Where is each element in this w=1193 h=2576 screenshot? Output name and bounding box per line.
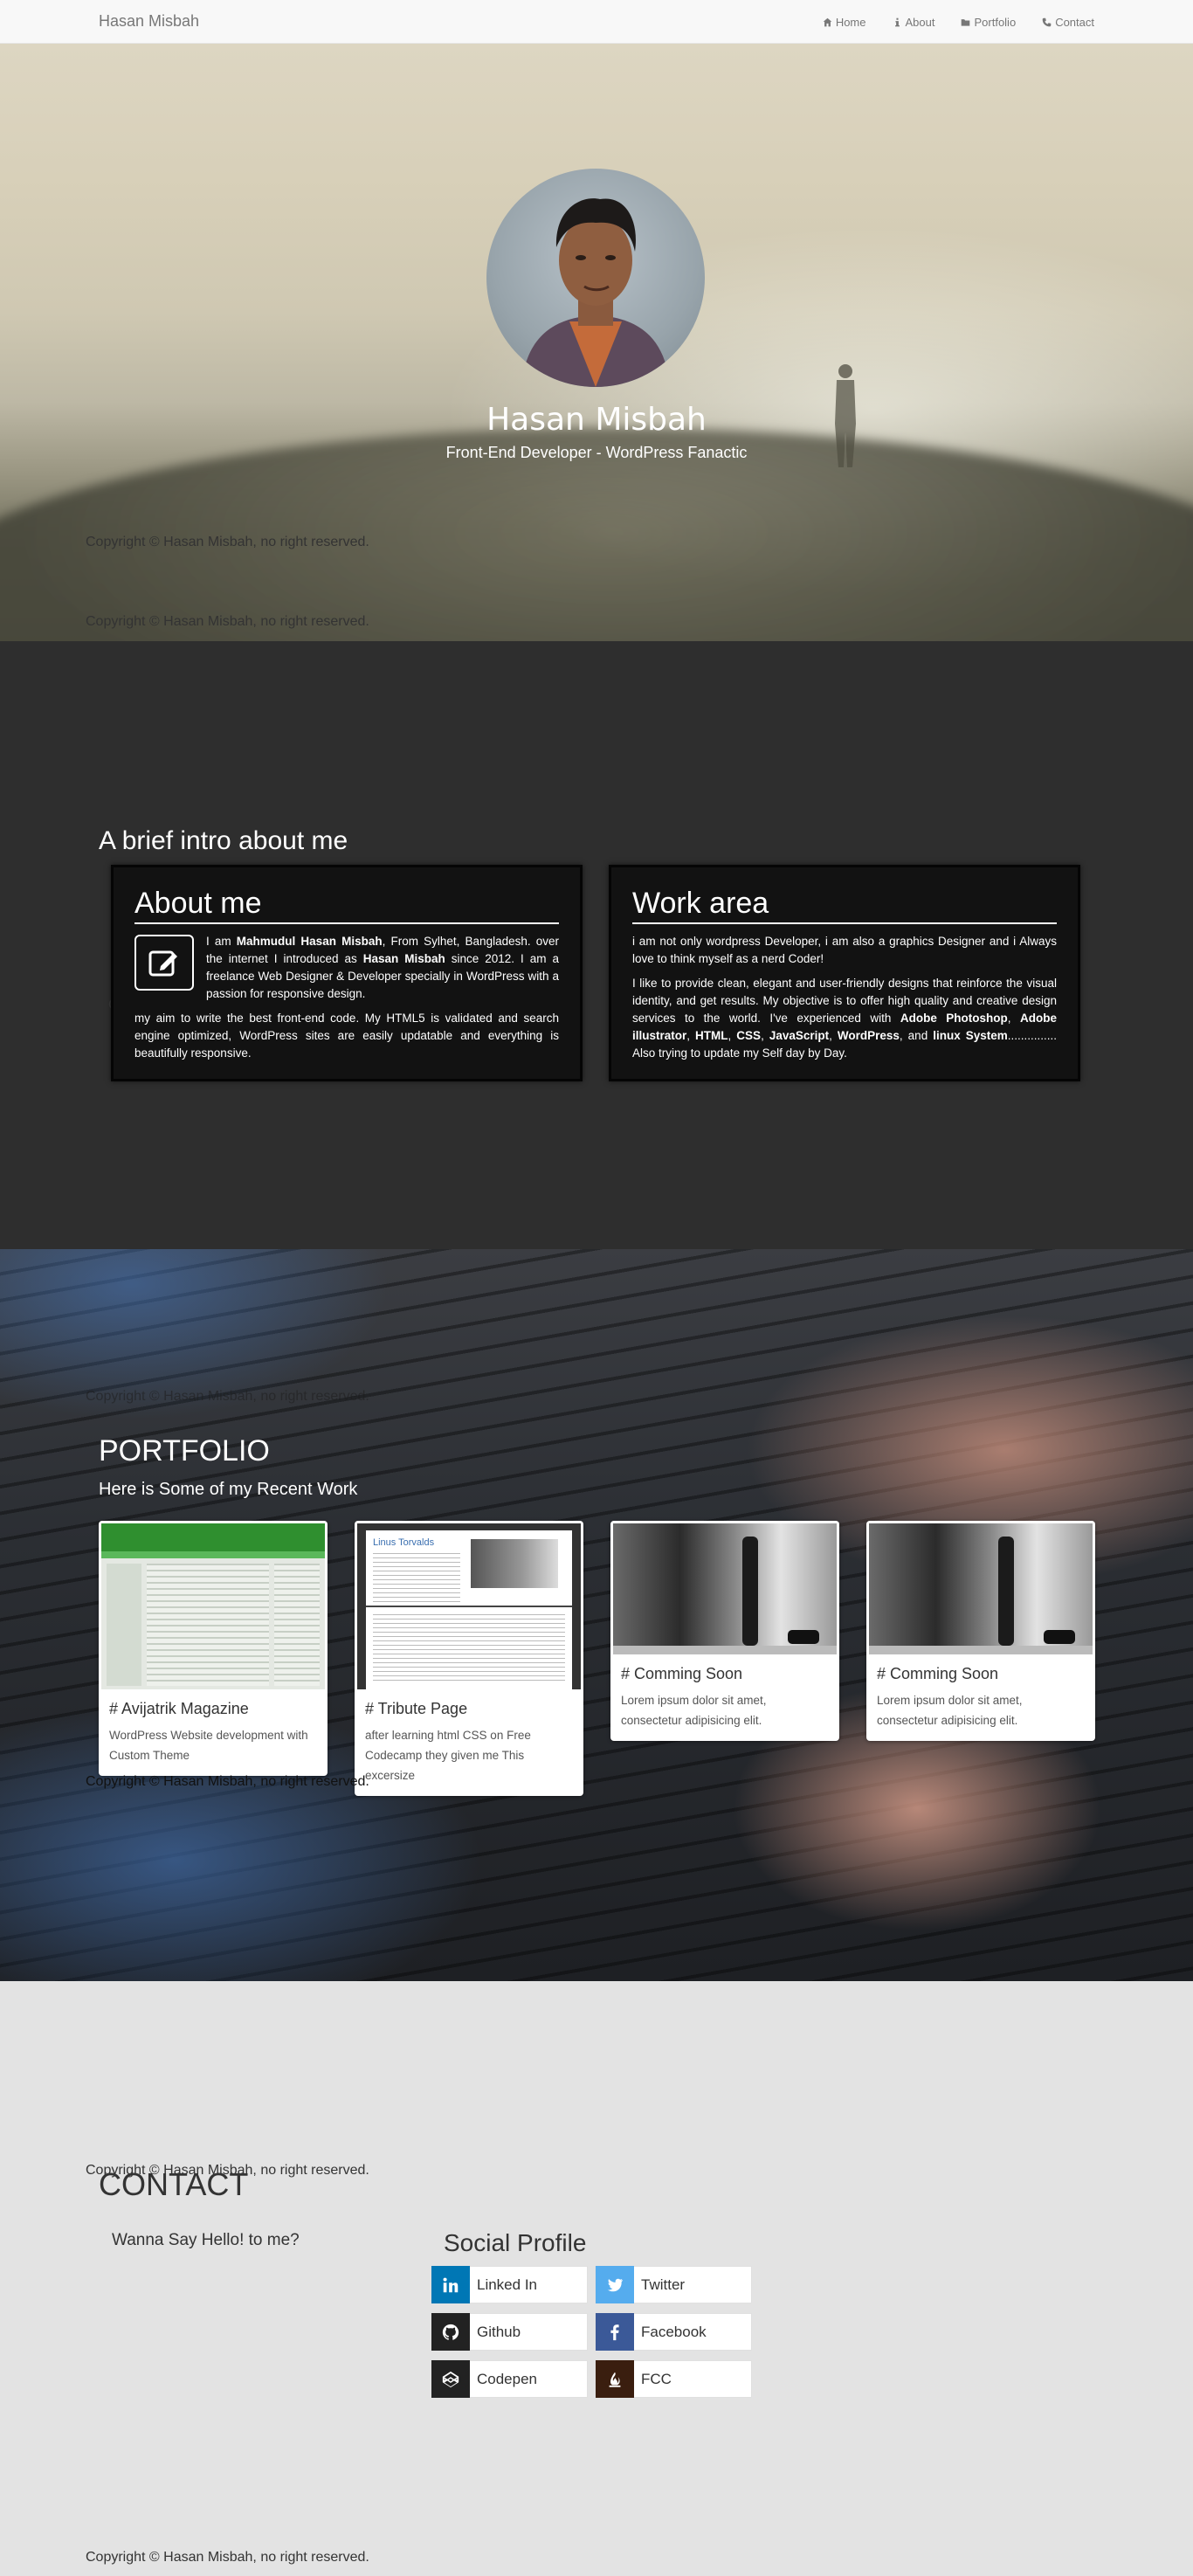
about-section: A brief intro about me Copyright © Hasan… <box>0 641 1193 1249</box>
about-text-part: I am <box>206 935 237 948</box>
footer-copyright: Copyright © Hasan Misbah, no right reser… <box>86 614 369 629</box>
work-text-part: , <box>829 1029 838 1042</box>
social-link-twitter[interactable]: Twitter <box>595 2266 752 2303</box>
social-link-linkedin[interactable]: Linked In <box>431 2266 588 2303</box>
about-alias: Hasan Misbah <box>362 952 445 965</box>
portfolio-card-coming-soon-1[interactable]: # Comming Soon Lorem ipsum dolor sit ame… <box>610 1521 839 1741</box>
skill: linux System <box>933 1029 1008 1042</box>
work-area-title: Work area <box>632 887 1057 924</box>
contact-section: Copyright © Hasan Misbah, no right reser… <box>0 1981 1193 2576</box>
avijatrik-thumbnail <box>101 1523 325 1689</box>
social-label: Facebook <box>641 2323 707 2340</box>
nav-item-portfolio[interactable]: Portfolio <box>961 16 1016 29</box>
brand-link[interactable]: Hasan Misbah <box>99 12 199 31</box>
skill: HTML <box>695 1029 728 1042</box>
social-link-fcc[interactable]: FCC <box>595 2360 752 2398</box>
info-icon <box>894 17 900 26</box>
social-label: Codepen <box>477 2370 538 2387</box>
linkedin-icon <box>431 2266 470 2303</box>
work-area-card: Work area i am not only wordpress Develo… <box>609 865 1080 1081</box>
nav-item-home[interactable]: Home <box>823 16 866 29</box>
contact-title: CONTACT <box>99 2166 249 2202</box>
portfolio-card-text: WordPress Website development with Custo… <box>109 1729 308 1762</box>
social-link-github[interactable]: Github <box>431 2313 588 2351</box>
hero-section: Hasan Misbah Front-End Developer - WordP… <box>0 44 1193 641</box>
footer-copyright: Copyright © Hasan Misbah, no right reser… <box>86 1389 369 1404</box>
portfolio-card-coming-soon-2[interactable]: # Comming Soon Lorem ipsum dolor sit ame… <box>866 1521 1095 1741</box>
about-heading: A brief intro about me <box>99 826 348 855</box>
phone-icon <box>1042 17 1052 26</box>
nav-menu: Home About Portfolio Contact <box>796 0 1094 44</box>
social-label: Linked In <box>477 2276 537 2293</box>
tribute-thumb-heading: Linus Torvalds <box>373 1537 435 1548</box>
nav-label-home: Home <box>835 15 866 29</box>
footer-copyright: Copyright © Hasan Misbah, no right reser… <box>86 535 369 549</box>
portfolio-card-avijatrik[interactable]: # Avijatrik Magazine WordPress Website d… <box>99 1521 328 1776</box>
portfolio-section: Copyright © Hasan Misbah, no right reser… <box>0 1249 1193 1981</box>
fcc-icon <box>596 2360 634 2398</box>
skill: JavaScript <box>769 1029 830 1042</box>
social-link-codepen[interactable]: Codepen <box>431 2360 588 2398</box>
codepen-icon <box>431 2360 470 2398</box>
work-text-part: , <box>761 1029 769 1042</box>
edit-icon <box>134 935 194 991</box>
portfolio-card-title: # Comming Soon <box>621 1665 743 1682</box>
footer-copyright: Copyright © Hasan Misbah, no right reser… <box>86 2550 369 2565</box>
folder-icon <box>962 18 970 26</box>
social-label: Github <box>477 2323 521 2340</box>
portfolio-card-title: # Comming Soon <box>877 1665 999 1682</box>
about-me-intro: I am Mahmudul Hasan Misbah, From Sylhet,… <box>134 933 559 1003</box>
portfolio-card-title: # Avijatrik Magazine <box>109 1700 249 1717</box>
portfolio-card-text: Lorem ipsum dolor sit amet, consectetur … <box>877 1694 1023 1727</box>
github-icon <box>431 2313 470 2351</box>
navbar: Hasan Misbah Home About Portfolio Contac… <box>0 0 1193 44</box>
nav-label-about: About <box>905 15 935 29</box>
social-profile-title: Social Profile <box>444 2229 587 2256</box>
skill: CSS <box>736 1029 762 1042</box>
nav-label-portfolio: Portfolio <box>974 15 1017 29</box>
work-text-part: , and <box>899 1029 934 1042</box>
portfolio-card-tribute[interactable]: Linus Torvalds # Tribute Page after lear… <box>355 1521 583 1796</box>
portfolio-subtitle: Here is Some of my Recent Work <box>99 1480 358 1499</box>
about-full-name: Mahmudul Hasan Misbah <box>236 935 383 948</box>
portfolio-card-text: after learning html CSS on Free Codecamp… <box>365 1729 531 1782</box>
about-me-title: About me <box>134 887 559 924</box>
nav-item-about[interactable]: About <box>893 15 935 29</box>
footer-copyright: Copyright © Hasan Misbah, no right reser… <box>86 1774 369 1789</box>
portfolio-card-text: Lorem ipsum dolor sit amet, consectetur … <box>621 1694 767 1727</box>
work-text-part: , <box>686 1029 696 1042</box>
portfolio-title: PORTFOLIO <box>99 1434 270 1468</box>
skill: WordPress <box>837 1029 900 1042</box>
social-link-facebook[interactable]: Facebook <box>595 2313 752 2351</box>
social-label: Twitter <box>641 2276 686 2293</box>
work-text-part: , <box>1007 1012 1020 1025</box>
nav-item-contact[interactable]: Contact <box>1042 16 1094 29</box>
coming-soon-thumbnail <box>613 1523 837 1654</box>
work-area-detail: I like to provide clean, elegant and use… <box>632 975 1057 1062</box>
facebook-icon <box>596 2313 634 2351</box>
portfolio-card-title: # Tribute Page <box>365 1700 468 1717</box>
hero-subtitle: Front-End Developer - WordPress Fanactic <box>445 444 748 461</box>
coming-soon-thumbnail <box>869 1523 1093 1654</box>
tribute-thumbnail: Linus Torvalds <box>357 1523 581 1689</box>
contact-hello: Wanna Say Hello! to me? <box>112 2231 300 2249</box>
hero-name: Hasan Misbah <box>486 402 707 438</box>
work-text-part: , <box>728 1029 737 1042</box>
skill: Adobe Photoshop <box>900 1012 1008 1025</box>
about-me-aim: my aim to write the best front-end code.… <box>134 1012 559 1060</box>
home-icon <box>823 17 832 26</box>
about-me-card: About me I am Mahmudul Hasan Misbah, Fro… <box>111 865 583 1081</box>
twitter-icon <box>596 2266 634 2303</box>
social-label: FCC <box>641 2370 672 2387</box>
work-area-intro: i am not only wordpress Developer, i am … <box>632 935 1057 965</box>
nav-label-contact: Contact <box>1055 15 1094 29</box>
profile-avatar <box>486 169 705 387</box>
